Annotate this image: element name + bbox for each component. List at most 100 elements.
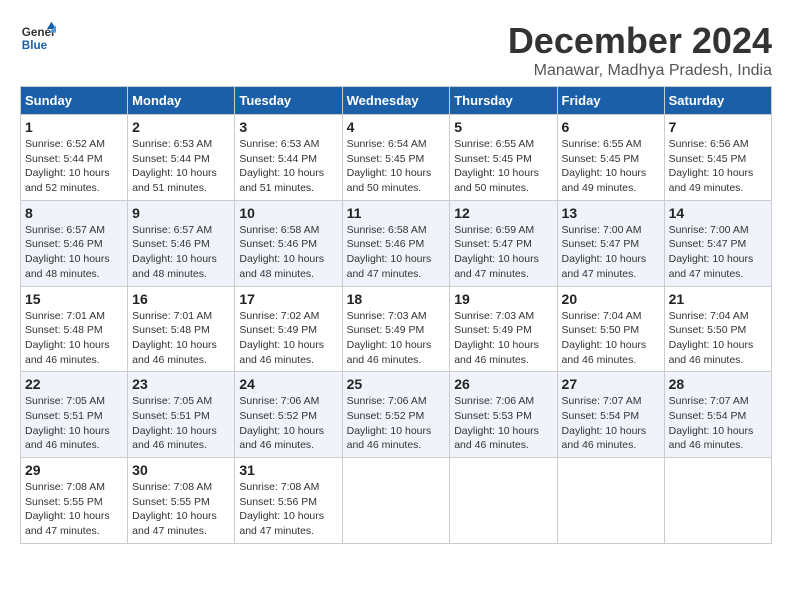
calendar-row: 15 Sunrise: 7:01 AM Sunset: 5:48 PM Dayli… [21, 286, 772, 372]
day-detail: Sunrise: 7:08 AM Sunset: 5:55 PM Dayligh… [132, 480, 230, 539]
calendar-row: 8 Sunrise: 6:57 AM Sunset: 5:46 PM Daylig… [21, 200, 772, 286]
calendar-cell: 24 Sunrise: 7:06 AM Sunset: 5:52 PM Dayli… [235, 372, 342, 458]
day-detail: Sunrise: 6:56 AM Sunset: 5:45 PM Dayligh… [669, 137, 767, 196]
day-number: 2 [132, 119, 230, 135]
calendar-row: 29Sunrise: 7:08 AM Sunset: 5:55 PM Dayli… [21, 458, 772, 544]
calendar-cell: 22Sunrise: 7:05 AM Sunset: 5:51 PM Dayli… [21, 372, 128, 458]
calendar-cell [450, 458, 557, 544]
calendar-row: 1 Sunrise: 6:52 AM Sunset: 5:44 PM Daylig… [21, 115, 772, 201]
day-number: 21 [669, 291, 767, 307]
calendar-cell: 19Sunrise: 7:03 AM Sunset: 5:49 PM Dayli… [450, 286, 557, 372]
calendar-cell: 9 Sunrise: 6:57 AM Sunset: 5:46 PM Daylig… [128, 200, 235, 286]
logo-icon: General Blue [20, 20, 56, 56]
page-header: General Blue December 2024 Manawar, Madh… [20, 20, 772, 80]
day-number: 5 [454, 119, 552, 135]
day-number: 23 [132, 376, 230, 392]
calendar-cell: 26 Sunrise: 7:06 AM Sunset: 5:53 PM Dayli… [450, 372, 557, 458]
calendar-cell: 7 Sunrise: 6:56 AM Sunset: 5:45 PM Daylig… [664, 115, 771, 201]
day-detail: Sunrise: 7:00 AM Sunset: 5:47 PM Dayligh… [669, 223, 767, 282]
calendar-table: SundayMondayTuesdayWednesdayThursdayFrid… [20, 86, 772, 544]
day-detail: Sunrise: 7:06 AM Sunset: 5:52 PM Dayligh… [239, 394, 337, 453]
day-detail: Sunrise: 7:00 AM Sunset: 5:47 PM Dayligh… [562, 223, 660, 282]
day-of-week-header: Sunday [21, 87, 128, 115]
day-of-week-header: Wednesday [342, 87, 450, 115]
location-subtitle: Manawar, Madhya Pradesh, India [508, 62, 772, 80]
calendar-cell: 17 Sunrise: 7:02 AM Sunset: 5:49 PM Dayli… [235, 286, 342, 372]
day-detail: Sunrise: 6:59 AM Sunset: 5:47 PM Dayligh… [454, 223, 552, 282]
day-detail: Sunrise: 7:01 AM Sunset: 5:48 PM Dayligh… [25, 309, 123, 368]
day-number: 8 [25, 205, 123, 221]
day-number: 12 [454, 205, 552, 221]
day-number: 16 [132, 291, 230, 307]
day-number: 19 [454, 291, 552, 307]
day-detail: Sunrise: 7:06 AM Sunset: 5:53 PM Dayligh… [454, 394, 552, 453]
calendar-cell: 12 Sunrise: 6:59 AM Sunset: 5:47 PM Dayli… [450, 200, 557, 286]
calendar-cell: 25Sunrise: 7:06 AM Sunset: 5:52 PM Dayli… [342, 372, 450, 458]
day-number: 24 [239, 376, 337, 392]
logo: General Blue [20, 20, 56, 56]
day-number: 13 [562, 205, 660, 221]
calendar-cell: 5 Sunrise: 6:55 AM Sunset: 5:45 PM Daylig… [450, 115, 557, 201]
svg-text:Blue: Blue [22, 39, 48, 52]
calendar-cell: 16 Sunrise: 7:01 AM Sunset: 5:48 PM Dayli… [128, 286, 235, 372]
day-detail: Sunrise: 6:52 AM Sunset: 5:44 PM Dayligh… [25, 137, 123, 196]
day-detail: Sunrise: 6:55 AM Sunset: 5:45 PM Dayligh… [562, 137, 660, 196]
day-detail: Sunrise: 7:04 AM Sunset: 5:50 PM Dayligh… [562, 309, 660, 368]
day-detail: Sunrise: 7:03 AM Sunset: 5:49 PM Dayligh… [347, 309, 446, 368]
calendar-cell: 1 Sunrise: 6:52 AM Sunset: 5:44 PM Daylig… [21, 115, 128, 201]
day-number: 26 [454, 376, 552, 392]
day-of-week-header: Thursday [450, 87, 557, 115]
calendar-cell: 27Sunrise: 7:07 AM Sunset: 5:54 PM Dayli… [557, 372, 664, 458]
day-number: 15 [25, 291, 123, 307]
day-detail: Sunrise: 7:06 AM Sunset: 5:52 PM Dayligh… [347, 394, 446, 453]
calendar-cell: 13 Sunrise: 7:00 AM Sunset: 5:47 PM Dayli… [557, 200, 664, 286]
day-number: 30 [132, 462, 230, 478]
day-detail: Sunrise: 7:05 AM Sunset: 5:51 PM Dayligh… [25, 394, 123, 453]
calendar-cell: 29Sunrise: 7:08 AM Sunset: 5:55 PM Dayli… [21, 458, 128, 544]
day-number: 1 [25, 119, 123, 135]
calendar-cell [342, 458, 450, 544]
calendar-cell: 3Sunrise: 6:53 AM Sunset: 5:44 PM Daylig… [235, 115, 342, 201]
calendar-cell: 14Sunrise: 7:00 AM Sunset: 5:47 PM Dayli… [664, 200, 771, 286]
calendar-row: 22Sunrise: 7:05 AM Sunset: 5:51 PM Dayli… [21, 372, 772, 458]
day-detail: Sunrise: 7:05 AM Sunset: 5:51 PM Dayligh… [132, 394, 230, 453]
day-detail: Sunrise: 6:53 AM Sunset: 5:44 PM Dayligh… [239, 137, 337, 196]
day-detail: Sunrise: 7:07 AM Sunset: 5:54 PM Dayligh… [669, 394, 767, 453]
day-detail: Sunrise: 6:53 AM Sunset: 5:44 PM Dayligh… [132, 137, 230, 196]
calendar-cell: 10Sunrise: 6:58 AM Sunset: 5:46 PM Dayli… [235, 200, 342, 286]
calendar-cell [664, 458, 771, 544]
calendar-cell: 15 Sunrise: 7:01 AM Sunset: 5:48 PM Dayli… [21, 286, 128, 372]
day-of-week-header: Friday [557, 87, 664, 115]
day-detail: Sunrise: 6:57 AM Sunset: 5:46 PM Dayligh… [25, 223, 123, 282]
calendar-cell: 4Sunrise: 6:54 AM Sunset: 5:45 PM Daylig… [342, 115, 450, 201]
calendar-cell: 8 Sunrise: 6:57 AM Sunset: 5:46 PM Daylig… [21, 200, 128, 286]
calendar-cell: 11Sunrise: 6:58 AM Sunset: 5:46 PM Dayli… [342, 200, 450, 286]
day-detail: Sunrise: 7:07 AM Sunset: 5:54 PM Dayligh… [562, 394, 660, 453]
day-detail: Sunrise: 7:02 AM Sunset: 5:49 PM Dayligh… [239, 309, 337, 368]
calendar-cell: 18 Sunrise: 7:03 AM Sunset: 5:49 PM Dayli… [342, 286, 450, 372]
day-number: 20 [562, 291, 660, 307]
day-detail: Sunrise: 6:58 AM Sunset: 5:46 PM Dayligh… [239, 223, 337, 282]
calendar-cell: 21 Sunrise: 7:04 AM Sunset: 5:50 PM Dayli… [664, 286, 771, 372]
calendar-cell: 20 Sunrise: 7:04 AM Sunset: 5:50 PM Dayli… [557, 286, 664, 372]
day-detail: Sunrise: 6:55 AM Sunset: 5:45 PM Dayligh… [454, 137, 552, 196]
day-detail: Sunrise: 6:57 AM Sunset: 5:46 PM Dayligh… [132, 223, 230, 282]
day-number: 9 [132, 205, 230, 221]
day-detail: Sunrise: 7:01 AM Sunset: 5:48 PM Dayligh… [132, 309, 230, 368]
calendar-body: 1 Sunrise: 6:52 AM Sunset: 5:44 PM Daylig… [21, 115, 772, 544]
day-detail: Sunrise: 7:04 AM Sunset: 5:50 PM Dayligh… [669, 309, 767, 368]
calendar-cell: 30 Sunrise: 7:08 AM Sunset: 5:55 PM Dayli… [128, 458, 235, 544]
day-detail: Sunrise: 6:54 AM Sunset: 5:45 PM Dayligh… [347, 137, 446, 196]
day-number: 11 [347, 205, 446, 221]
day-number: 18 [347, 291, 446, 307]
day-of-week-header: Tuesday [235, 87, 342, 115]
day-number: 7 [669, 119, 767, 135]
day-number: 17 [239, 291, 337, 307]
calendar-cell [557, 458, 664, 544]
calendar-cell: 2 Sunrise: 6:53 AM Sunset: 5:44 PM Daylig… [128, 115, 235, 201]
day-number: 31 [239, 462, 337, 478]
month-title: December 2024 [508, 20, 772, 62]
day-number: 6 [562, 119, 660, 135]
day-detail: Sunrise: 7:08 AM Sunset: 5:55 PM Dayligh… [25, 480, 123, 539]
calendar-cell: 6 Sunrise: 6:55 AM Sunset: 5:45 PM Daylig… [557, 115, 664, 201]
